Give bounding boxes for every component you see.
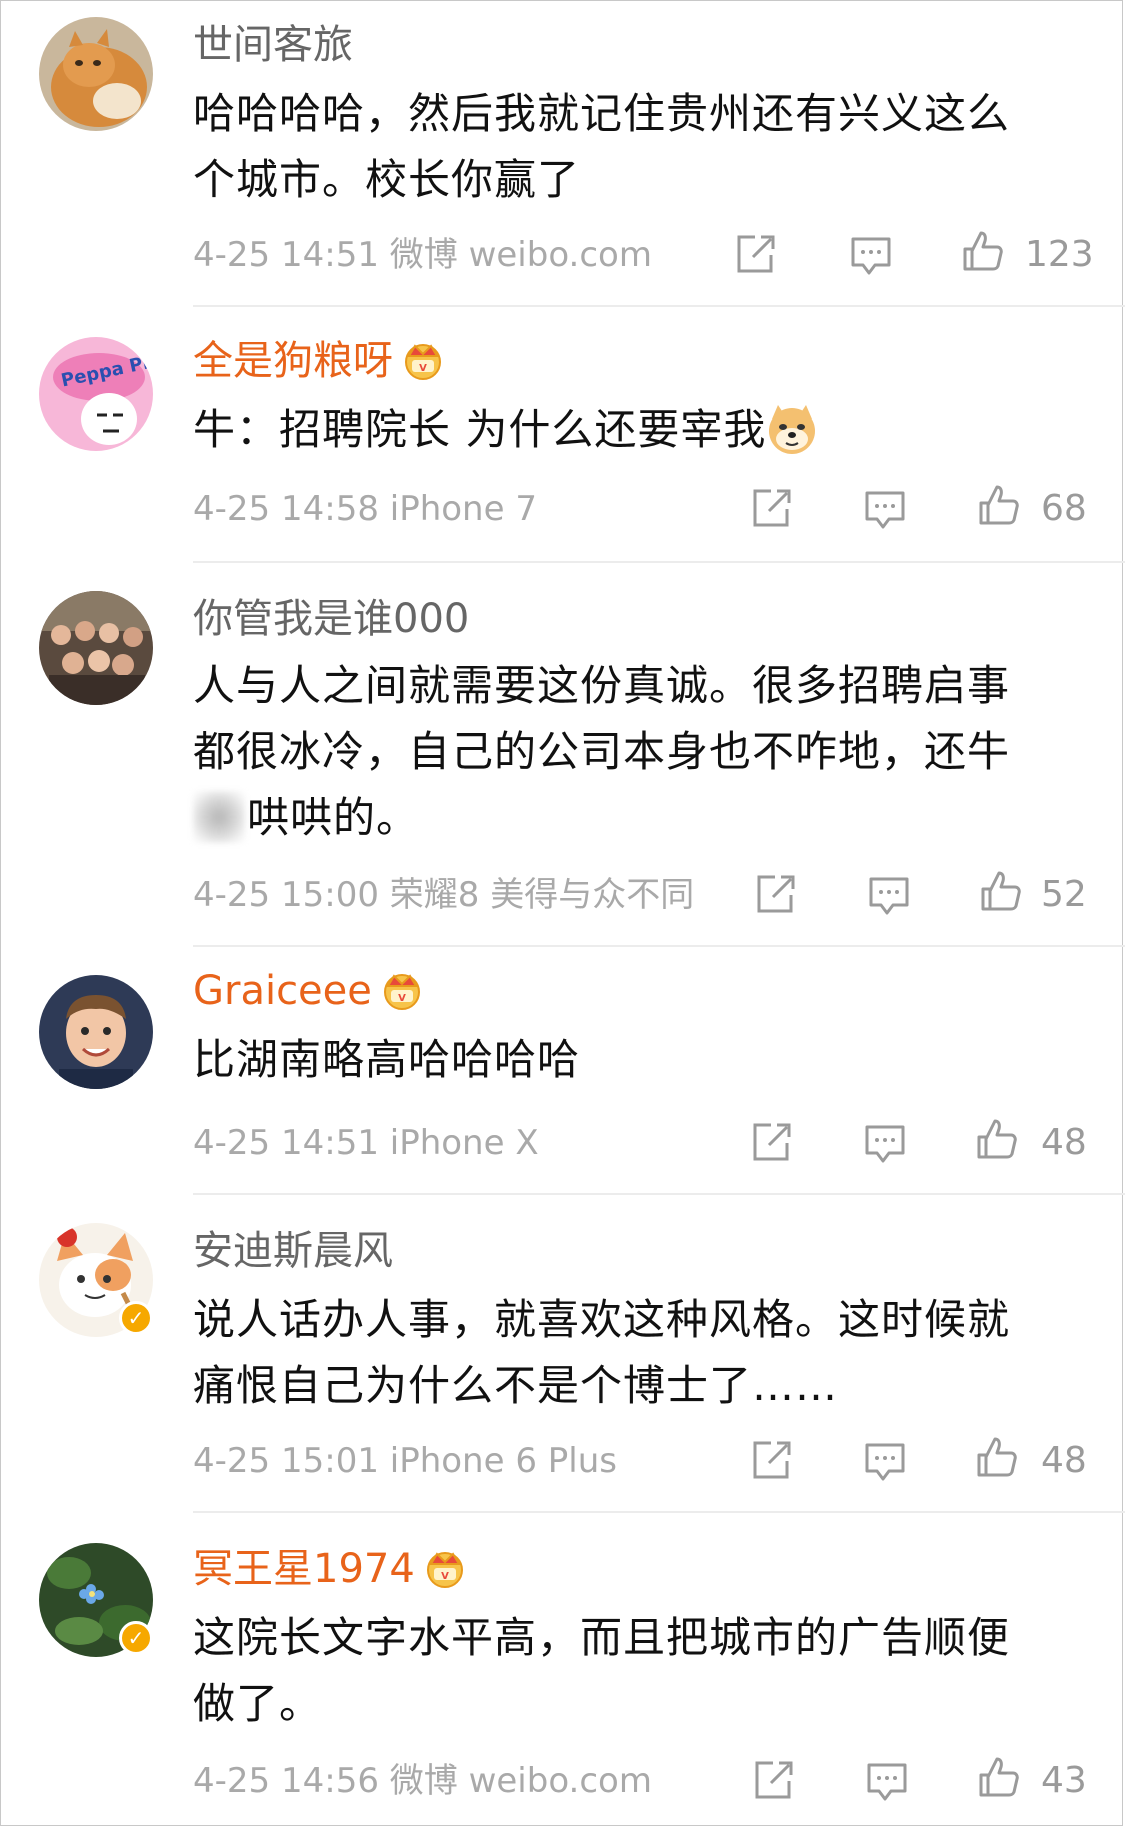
content-line: 哈哈哈哈，然后我就记住贵州还有兴义这么 <box>193 89 1011 138</box>
comment-meta: 4-25 14:51 iPhone X <box>193 1123 539 1163</box>
content-line: 这院长文字水平高，而且把城市的广告顺便 <box>193 1613 1011 1662</box>
like-count: 123 <box>1025 234 1094 275</box>
comment-meta: 4-25 14:51 微博 weibo.com <box>193 235 652 275</box>
username[interactable]: 安迪斯晨风 <box>193 1227 393 1275</box>
comment-content: 哈哈哈哈，然后我就记住贵州还有兴义这么 个城市。校长你赢了 <box>193 81 1073 213</box>
divider <box>193 945 1125 947</box>
like-icon[interactable] <box>977 483 1021 527</box>
like-icon[interactable] <box>961 229 1005 273</box>
like-icon[interactable] <box>975 1117 1019 1161</box>
verified-icon: ✓ <box>119 1301 153 1335</box>
group-photo-avatar-image <box>39 591 153 705</box>
comment-content: 这院长文字水平高，而且把城市的广告顺便 做了。 <box>193 1605 1073 1737</box>
content-line: 牛：招聘院长 为什么还要宰我 <box>193 405 767 454</box>
peppa-pig-avatar-image: Peppa Pig <box>39 337 153 451</box>
like-count: 52 <box>1041 874 1087 915</box>
comment-icon[interactable] <box>863 487 907 531</box>
comment-list: 世间客旅 哈哈哈哈，然后我就记住贵州还有兴义这么 个城市。校长你赢了 4-25 … <box>0 0 1125 1826</box>
comment-content: 说人话办人事，就喜欢这种风格。这时候就 痛恨自己为什么不是个博士了…… <box>193 1287 1073 1419</box>
share-icon[interactable] <box>751 1759 795 1803</box>
share-icon[interactable] <box>749 1439 793 1483</box>
content-line: 哄哄的。 <box>193 785 1073 851</box>
doge-emoji-icon <box>769 404 816 454</box>
comment-icon[interactable] <box>865 1759 909 1803</box>
avatar[interactable] <box>39 17 153 131</box>
content-line-text: 哄哄的。 <box>247 793 420 842</box>
comment-meta: 4-25 14:56 微博 weibo.com <box>193 1761 652 1801</box>
cat-avatar-image <box>39 17 153 131</box>
avatar[interactable]: ✓ <box>39 1543 153 1657</box>
share-icon[interactable] <box>733 233 777 277</box>
comment-meta: 4-25 15:01 iPhone 6 Plus <box>193 1441 617 1481</box>
comment-icon[interactable] <box>863 1439 907 1483</box>
avatar[interactable]: Peppa Pig <box>39 337 153 451</box>
content-line: 都很冰冷，自己的公司本身也不咋地，还牛 <box>193 727 1011 776</box>
username-text[interactable]: Graiceee <box>193 968 372 1014</box>
divider <box>193 305 1125 307</box>
comment-meta: 4-25 14:58 iPhone 7 <box>193 489 537 529</box>
content-line: 人与人之间就需要这份真诚。很多招聘启事 <box>193 661 1011 710</box>
comment-content: 牛：招聘院长 为什么还要宰我 <box>193 397 1073 463</box>
username[interactable]: Graiceee V <box>193 967 424 1015</box>
blurred-word <box>193 790 245 843</box>
avatar[interactable]: ✓ <box>39 1223 153 1337</box>
crown-icon: V <box>383 974 420 1010</box>
comment-icon[interactable] <box>849 233 893 277</box>
username[interactable]: 冥王星1974 V <box>193 1545 467 1593</box>
crown-icon: V <box>426 1552 463 1588</box>
share-icon[interactable] <box>749 487 793 531</box>
username[interactable]: 全是狗粮呀 V <box>193 337 445 385</box>
like-count: 43 <box>1041 1760 1087 1801</box>
comment-icon[interactable] <box>863 1121 907 1165</box>
divider <box>193 561 1125 563</box>
comment-icon[interactable] <box>867 873 911 917</box>
avatar[interactable] <box>39 591 153 705</box>
like-count: 48 <box>1041 1122 1087 1163</box>
like-icon[interactable] <box>975 1435 1019 1479</box>
like-count: 68 <box>1041 488 1087 529</box>
username-text[interactable]: 全是狗粮呀 <box>193 338 393 384</box>
content-line: 说人话办人事，就喜欢这种风格。这时候就 <box>193 1295 1011 1344</box>
comment-meta: 4-25 15:00 荣耀8 美得与众不同 <box>193 875 695 915</box>
svg-text:V: V <box>441 1571 449 1582</box>
content-line: 痛恨自己为什么不是个博士了…… <box>193 1361 839 1410</box>
avatar[interactable] <box>39 975 153 1089</box>
username[interactable]: 世间客旅 <box>193 21 353 69</box>
like-count: 48 <box>1041 1440 1087 1481</box>
share-icon[interactable] <box>753 873 797 917</box>
comment-content: 人与人之间就需要这份真诚。很多招聘启事 都很冰冷，自己的公司本身也不咋地，还牛 … <box>193 653 1073 851</box>
verified-icon: ✓ <box>119 1621 153 1655</box>
svg-text:V: V <box>398 993 406 1004</box>
comment-content: 比湖南略高哈哈哈哈 <box>193 1035 581 1084</box>
svg-text:V: V <box>419 363 427 374</box>
content-line: 做了。 <box>193 1679 323 1728</box>
username[interactable]: 你管我是谁000 <box>193 595 469 643</box>
divider <box>193 1511 1125 1513</box>
content-line: 个城市。校长你赢了 <box>193 155 581 204</box>
child-avatar-image <box>39 975 153 1089</box>
username-text[interactable]: 冥王星1974 <box>193 1546 415 1592</box>
crown-icon: V <box>405 344 441 380</box>
share-icon[interactable] <box>749 1121 793 1165</box>
like-icon[interactable] <box>979 869 1023 913</box>
divider <box>193 1193 1125 1195</box>
like-icon[interactable] <box>977 1755 1021 1799</box>
